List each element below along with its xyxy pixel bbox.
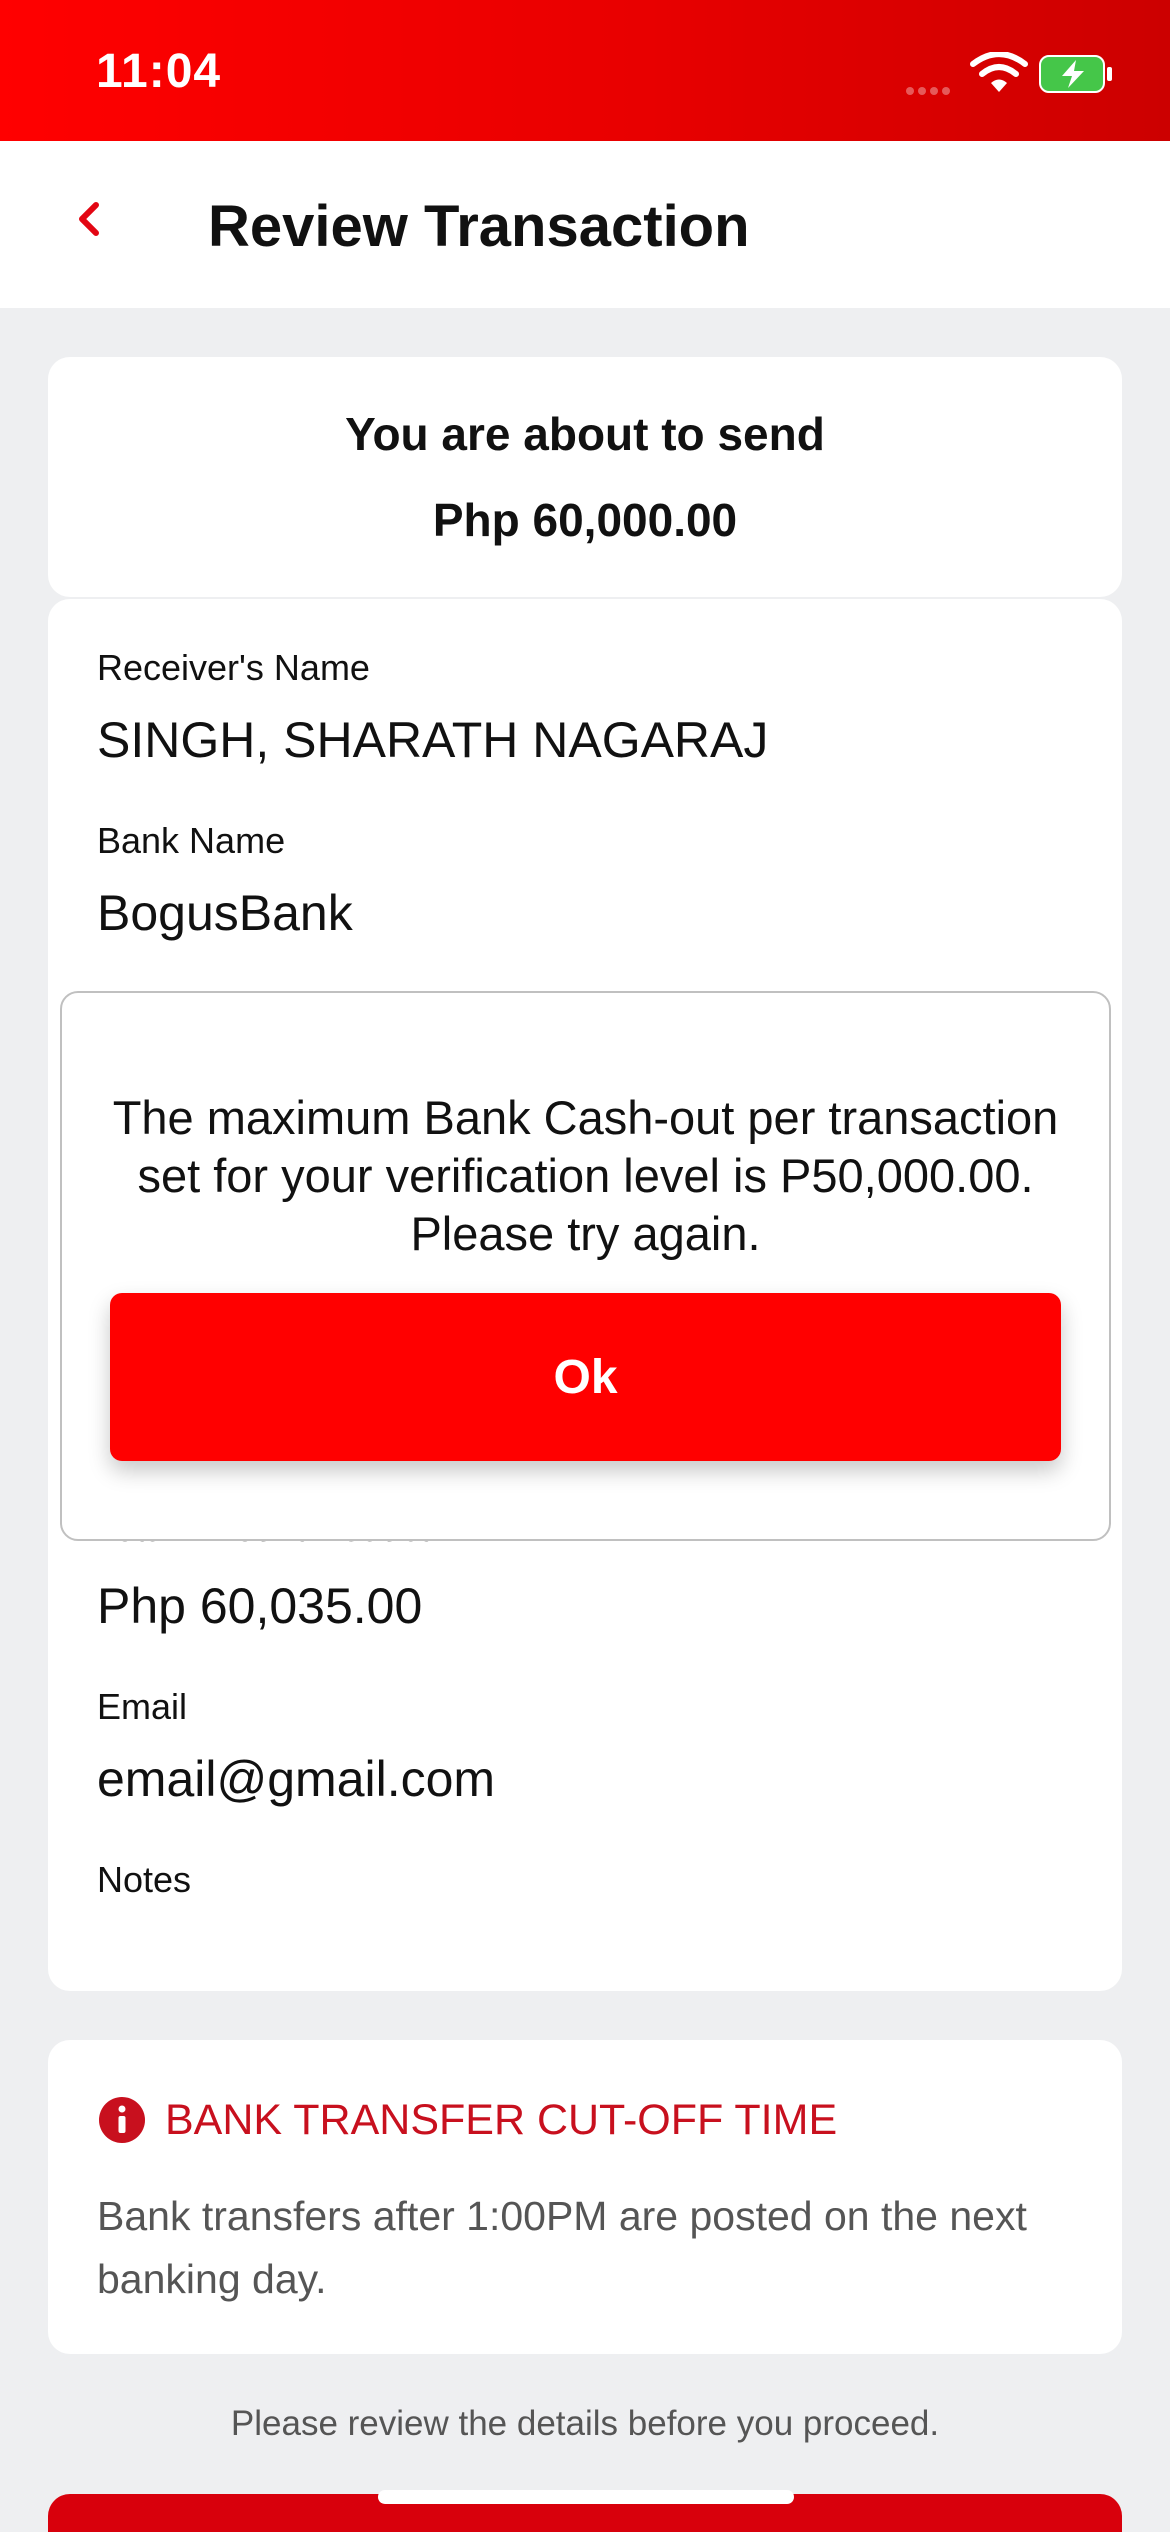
total-deduct-value: Php 60,035.00 xyxy=(97,1578,423,1634)
cutoff-info-card: BANK TRANSFER CUT-OFF TIME Bank transfer… xyxy=(48,2040,1122,2354)
home-indicator xyxy=(378,2490,794,2504)
send-label: You are about to send xyxy=(345,408,825,460)
cellular-signal-icon xyxy=(906,82,954,100)
receiver-name-label: Receiver's Name xyxy=(97,647,370,688)
review-footnote: Please review the details before you pro… xyxy=(230,2404,940,2443)
notes-label: Notes xyxy=(97,1859,192,1900)
cutoff-title: BANK TRANSFER CUT-OFF TIME xyxy=(165,2096,838,2144)
bank-name-label: Bank Name xyxy=(97,820,286,861)
page-title: Review Transaction xyxy=(208,194,750,259)
send-amount: Php 60,000.00 xyxy=(432,494,738,546)
error-message: The maximum Bank Cash-out per transactio… xyxy=(112,1091,1059,1260)
email-label: Email xyxy=(97,1686,188,1727)
cutoff-text: Bank transfers after 1:00PM are posted o… xyxy=(97,2193,1027,2302)
chevron-left-icon[interactable] xyxy=(62,191,118,247)
bank-name-value: BogusBank xyxy=(97,885,353,941)
status-bar: 11:04 xyxy=(0,0,1170,141)
app-header: Review Transaction xyxy=(0,141,1170,308)
info-icon xyxy=(99,2097,145,2143)
error-dialog: The maximum Bank Cash-out per transactio… xyxy=(60,991,1111,1541)
ok-button[interactable]: Ok xyxy=(110,1293,1061,1461)
email-value: email@gmail.com xyxy=(97,1751,496,1807)
wifi-icon xyxy=(970,52,1028,92)
battery-charging-icon xyxy=(1039,55,1112,93)
status-time: 11:04 xyxy=(96,45,222,98)
send-summary-card: You are about to send Php 60,000.00 xyxy=(48,357,1122,597)
receiver-name-value: SINGH, SHARATH NAGARAJ xyxy=(97,712,769,768)
